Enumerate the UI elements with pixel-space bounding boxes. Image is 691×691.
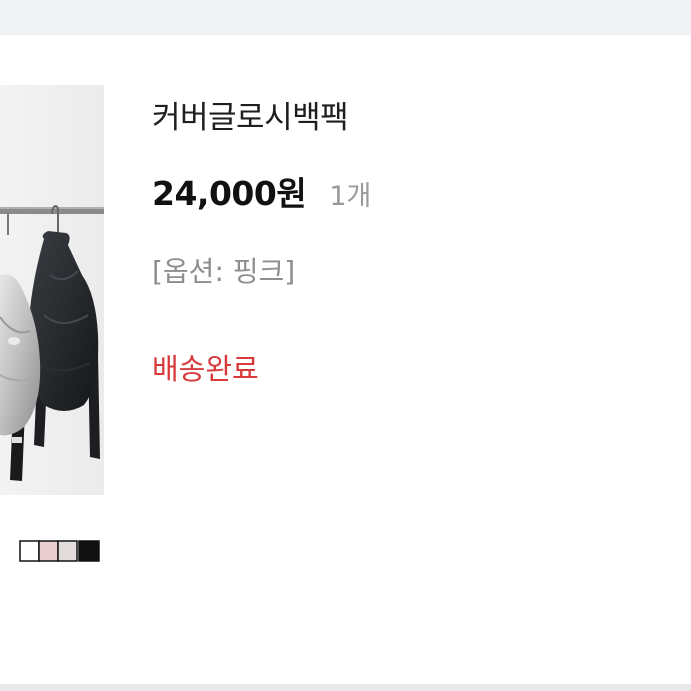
product-quantity: 1개 (329, 181, 372, 212)
product-price: 24,000원 (152, 174, 307, 213)
product-option: [옵션: 핑크] (152, 255, 296, 288)
color-swatches (19, 540, 100, 562)
product-thumbnail[interactable] (0, 85, 104, 565)
delivery-status: 배송완료 (152, 352, 259, 386)
bottom-divider (0, 684, 691, 691)
order-item-card[interactable]: 커버글로시백팩 24,000원 1개 [옵션: 핑크] 배송완료 (0, 35, 691, 684)
product-name[interactable]: 커버글로시백팩 (152, 92, 349, 137)
price-row: 24,000원 1개 (152, 167, 371, 215)
top-band (0, 0, 691, 34)
backpack-photo-icon (0, 85, 104, 565)
